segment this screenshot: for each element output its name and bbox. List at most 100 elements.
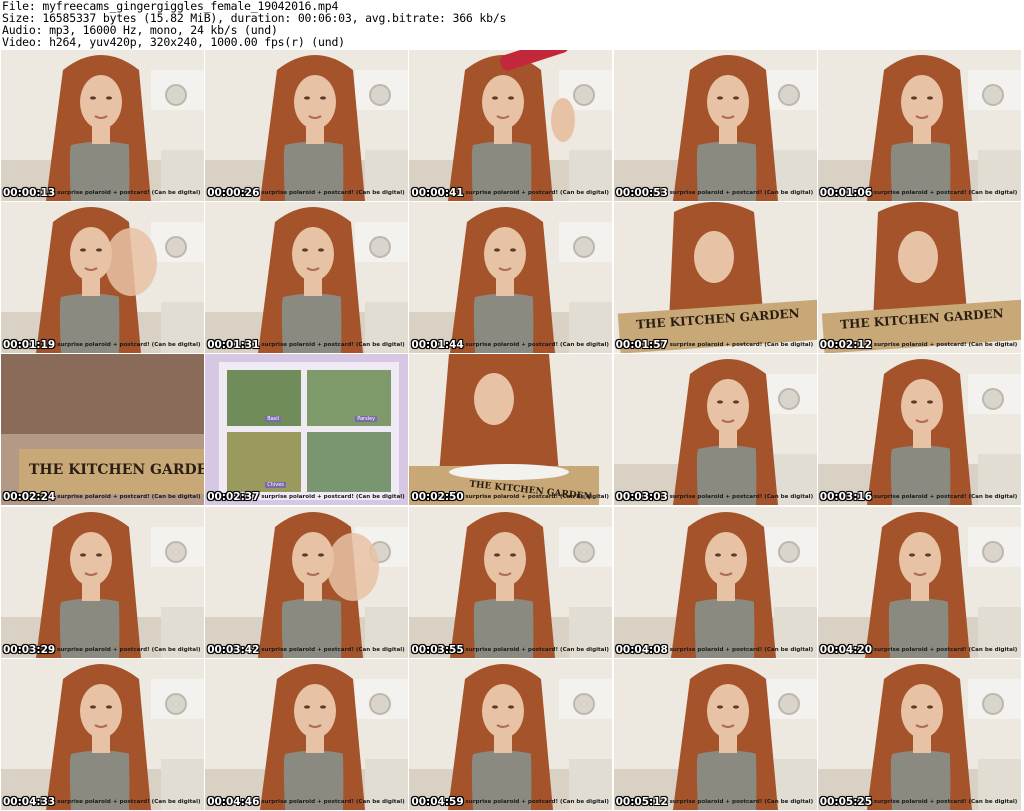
frame-caption: surprise polaroid + postcard! (Can be di… <box>873 798 1018 805</box>
video-frame <box>205 658 409 810</box>
video-frame <box>1 658 204 810</box>
timestamp-label: 00:01:31 <box>207 339 260 352</box>
timestamp-label: 00:01:44 <box>411 339 464 352</box>
frame-caption: surprise polaroid + postcard! (Can be di… <box>261 646 405 653</box>
timestamp-label: 00:02:24 <box>3 491 56 504</box>
timestamp-label: 00:02:12 <box>819 339 873 352</box>
video-frame <box>409 506 613 658</box>
thumbnail: surprise polaroid + postcard! (Can be di… <box>1 50 204 201</box>
video-frame <box>817 506 1021 658</box>
thumbnail: surprise polaroid + postcard! (Can be di… <box>205 202 409 354</box>
frame-caption: surprise polaroid + postcard! (Can be di… <box>873 494 1018 501</box>
timestamp-label: 00:00:53 <box>615 187 668 199</box>
thumbnail: surprise polaroid + postcard! (Can be di… <box>409 658 613 810</box>
seed-packet-label: Chives <box>265 482 286 489</box>
frame-caption: surprise polaroid + postcard! (Can be di… <box>465 646 609 653</box>
timestamp-label: 00:04:33 <box>3 795 56 808</box>
video-frame <box>409 658 613 810</box>
thumbnail: surprise polaroid + postcard! (Can be di… <box>613 506 817 658</box>
thumbnail: surprise polaroid + postcard! (Can be di… <box>817 658 1021 810</box>
thumbnail: Basil Parsley Chives surprise polaroid + po… <box>205 354 409 506</box>
frame-caption: surprise polaroid + postcard! (Can be di… <box>261 494 405 501</box>
frame-caption: surprise polaroid + postcard! (Can be di… <box>57 342 201 349</box>
thumbnail: surprise polaroid + postcard! (Can be di… <box>1 202 204 354</box>
frame-caption: surprise polaroid + postcard! (Can be di… <box>873 190 1018 196</box>
frame-caption: surprise polaroid + postcard! (Can be di… <box>669 646 814 653</box>
timestamp-label: 00:03:55 <box>411 643 464 656</box>
frame-caption: surprise polaroid + postcard! (Can be di… <box>261 798 405 805</box>
video-frame <box>205 354 409 506</box>
thumbnail: THE KITCHEN GARDEN surprise polaroid + po… <box>613 202 817 354</box>
thumbnail: surprise polaroid + postcard! (Can be di… <box>613 658 817 810</box>
timestamp-label: 00:00:26 <box>207 187 260 199</box>
frame-caption: surprise polaroid + postcard! (Can be di… <box>261 190 405 196</box>
video-info-line: Video: h264, yuv420p, 320x240, 1000.00 f… <box>2 35 345 49</box>
frame-caption: surprise polaroid + postcard! (Can be di… <box>669 342 814 349</box>
timestamp-label: 00:03:16 <box>819 491 873 504</box>
timestamp-label: 00:00:13 <box>3 187 56 199</box>
frame-caption: surprise polaroid + postcard! (Can be di… <box>669 494 814 501</box>
timestamp-label: 00:05:12 <box>615 795 668 808</box>
thumbnail: surprise polaroid + postcard! (Can be di… <box>409 202 613 354</box>
timestamp-label: 00:03:42 <box>207 643 260 656</box>
frame-caption: surprise polaroid + postcard! (Can be di… <box>57 190 201 196</box>
frame-caption: surprise polaroid + postcard! (Can be di… <box>57 494 201 501</box>
video-frame <box>205 506 409 658</box>
video-frame <box>817 354 1021 506</box>
thumbnail: surprise polaroid + postcard! (Can be di… <box>1 506 204 658</box>
frame-caption: surprise polaroid + postcard! (Can be di… <box>261 342 405 349</box>
kitchen-garden-sign: THE KITCHEN GARDEN <box>29 462 204 479</box>
video-frame <box>817 50 1021 201</box>
video-frame <box>817 658 1021 810</box>
timestamp-label: 00:03:29 <box>3 643 56 656</box>
timestamp-label: 00:02:37 <box>207 491 260 504</box>
seed-packet-label: Basil <box>265 416 282 423</box>
thumbnail: surprise polaroid + postcard! (Can be di… <box>205 658 409 810</box>
frame-caption: surprise polaroid + postcard! (Can be di… <box>57 646 201 653</box>
contact-sheet: File: myfreecams_gingergiggles_female_19… <box>0 0 1024 811</box>
video-frame <box>1 202 204 354</box>
thumbnail: surprise polaroid + postcard! (Can be di… <box>817 354 1021 506</box>
timestamp-label: 00:04:59 <box>411 795 464 808</box>
video-frame <box>613 50 817 201</box>
frame-caption: surprise polaroid + postcard! (Can be di… <box>57 798 201 805</box>
thumbnail: THE KITCHEN GARDEN surprise polaroid + po… <box>1 354 204 506</box>
video-frame <box>1 354 204 506</box>
thumbnail: surprise polaroid + postcard! (Can be di… <box>205 506 409 658</box>
file-info-header: File: myfreecams_gingergiggles_female_19… <box>2 0 1022 48</box>
thumbnail: surprise polaroid + postcard! (Can be di… <box>613 354 817 506</box>
frame-caption: surprise polaroid + postcard! (Can be di… <box>669 190 814 196</box>
thumbnail: surprise polaroid + postcard! (Can be di… <box>205 50 409 201</box>
video-frame <box>205 202 409 354</box>
thumbnail: surprise polaroid + postcard! (Can be di… <box>409 506 613 658</box>
frame-caption: surprise polaroid + postcard! (Can be di… <box>873 342 1018 349</box>
thumbnail: surprise polaroid + postcard! (Can be di… <box>1 658 204 810</box>
timestamp-label: 00:01:57 <box>615 339 668 352</box>
thumbnail: surprise polaroid + postcard! (Can be di… <box>409 50 613 201</box>
timestamp-label: 00:04:08 <box>615 643 668 656</box>
frame-caption: surprise polaroid + postcard! (Can be di… <box>465 494 609 501</box>
timestamp-label: 00:02:50 <box>411 491 464 504</box>
video-frame <box>613 354 817 506</box>
thumbnail-grid: surprise polaroid + postcard! (Can be di… <box>1 50 1023 810</box>
timestamp-label: 00:01:19 <box>3 339 56 352</box>
timestamp-label: 00:04:20 <box>819 643 873 656</box>
video-frame <box>409 354 613 506</box>
video-frame <box>613 658 817 810</box>
video-frame <box>409 202 613 354</box>
thumbnail: THE KITCHEN GARDEN surprise polaroid + po… <box>817 202 1021 354</box>
thumbnail: surprise polaroid + postcard! (Can be di… <box>613 50 817 201</box>
timestamp-label: 00:03:03 <box>615 491 668 504</box>
video-frame <box>1 50 204 201</box>
thumbnail: surprise polaroid + postcard! (Can be di… <box>817 506 1021 658</box>
timestamp-label: 00:04:46 <box>207 795 260 808</box>
frame-caption: surprise polaroid + postcard! (Can be di… <box>669 798 814 805</box>
timestamp-label: 00:05:25 <box>819 795 873 808</box>
video-frame <box>205 50 409 201</box>
video-frame <box>1 506 204 658</box>
video-frame <box>613 506 817 658</box>
frame-caption: surprise polaroid + postcard! (Can be di… <box>873 646 1018 653</box>
video-frame <box>409 50 613 201</box>
thumbnail: THE KITCHEN GARDEN surprise polaroid + po… <box>409 354 613 506</box>
frame-caption: surprise polaroid + postcard! (Can be di… <box>465 798 609 805</box>
